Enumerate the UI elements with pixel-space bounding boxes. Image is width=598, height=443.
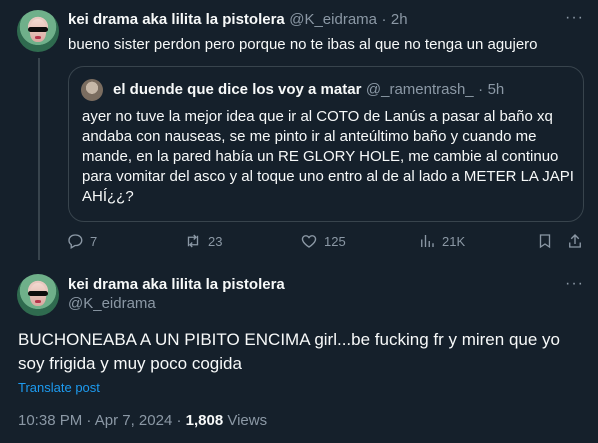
thread-line [38, 58, 40, 260]
more-horizontal-icon[interactable]: ··· [565, 275, 584, 293]
repost-button[interactable]: 23 [184, 232, 222, 250]
reply-time[interactable]: 2h [391, 11, 408, 28]
main-display-name[interactable]: kei drama aka lilita la pistolera [68, 276, 285, 293]
like-button[interactable]: 125 [300, 232, 346, 250]
translate-post-link[interactable]: Translate post [18, 380, 100, 395]
bookmark-button[interactable] [536, 232, 554, 250]
action-bar: 7 23 125 21K [66, 232, 586, 252]
quoted-handle: @_ramentrash_ [365, 81, 474, 98]
tweet-date[interactable]: Apr 7, 2024 [95, 412, 173, 429]
avatar-sunglasses [27, 290, 49, 297]
main-handle[interactable]: @K_eidrama [68, 295, 285, 312]
reply-count: 7 [90, 233, 98, 249]
reply-display-name[interactable]: kei drama aka lilita la pistolera [68, 11, 285, 28]
quoted-header: el duende que dice los voy a matar @_ram… [113, 81, 504, 99]
avatar[interactable] [17, 10, 59, 52]
main-header: kei drama aka lilita la pistolera @K_eid… [68, 276, 285, 312]
more-horizontal-icon[interactable]: ··· [565, 9, 584, 27]
meta-separator: · [86, 412, 92, 429]
quoted-separator: · [478, 81, 484, 98]
quoted-avatar [81, 79, 103, 101]
reply-header: kei drama aka lilita la pistolera @K_eid… [68, 11, 408, 29]
main-tweet-text: BUCHONEABA A UN PIBITO ENCIMA girl...be … [18, 330, 560, 373]
quoted-time: 5h [487, 81, 505, 98]
views-button[interactable]: 21K [418, 232, 465, 250]
views-count: 21K [442, 233, 466, 249]
repost-count: 23 [208, 233, 223, 249]
share-button[interactable] [566, 232, 584, 250]
views-number: 1,808 [185, 412, 224, 429]
reply-separator: · [381, 11, 387, 28]
meta-separator: · [176, 412, 182, 429]
like-count: 125 [324, 233, 346, 249]
quoted-text: ayer no tuve la mejor idea que ir al COT… [82, 108, 574, 205]
main-avatar[interactable] [17, 274, 59, 316]
tweet-time[interactable]: 10:38 PM [18, 412, 82, 429]
quoted-tweet-card[interactable]: el duende que dice los voy a matar @_ram… [68, 66, 584, 222]
reply-button[interactable]: 7 [66, 232, 97, 250]
heart-icon [301, 235, 317, 248]
analytics-icon [421, 235, 434, 247]
avatar-sunglasses [27, 26, 49, 33]
reply-icon [68, 234, 83, 249]
tweet-meta: 10:38 PM · Apr 7, 2024 · 1,808 Views [18, 412, 267, 429]
reply-text: bueno sister perdon pero porque no te ib… [68, 36, 538, 53]
repost-icon [187, 234, 199, 248]
reply-handle[interactable]: @K_eidrama [289, 11, 377, 28]
quoted-display-name: el duende que dice los voy a matar [113, 81, 362, 98]
share-icon [569, 234, 581, 248]
avatar-mouth [34, 36, 42, 39]
bookmark-icon [539, 234, 551, 249]
avatar-mouth [34, 300, 42, 303]
views-label: Views [227, 412, 268, 429]
